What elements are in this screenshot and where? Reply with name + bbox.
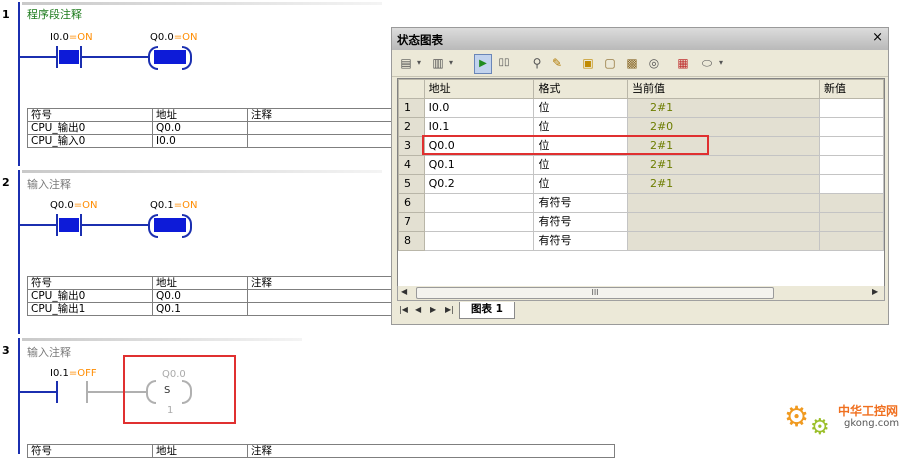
- network-2-wire-2: [82, 224, 148, 226]
- network-1-coil-q0-0[interactable]: [148, 46, 192, 70]
- comment-header: 注释: [247, 444, 615, 458]
- network-1-contact-i0-0[interactable]: [56, 46, 82, 68]
- network-2-number: 2: [2, 176, 10, 189]
- watermark-url: gkong.com: [844, 418, 900, 429]
- table-row[interactable]: 2 I0.1 位 2#0: [398, 117, 884, 137]
- symbol-header: 符号: [27, 276, 153, 290]
- chevron-down-icon[interactable]: ▾: [446, 54, 456, 72]
- read-forced-icon[interactable]: ◎: [646, 54, 662, 72]
- sheet-tabs: |◀ ◀ ▶ ▶| 图表 1: [397, 302, 883, 320]
- insert-row-icon[interactable]: ▤: [398, 54, 414, 72]
- network-3-number: 3: [2, 344, 10, 357]
- trend-chart-icon[interactable]: ▦: [674, 54, 692, 72]
- network-3-coil-count: 1: [167, 405, 174, 416]
- network-1-coil-label: Q0.0=ON: [150, 32, 198, 43]
- scroll-left-icon[interactable]: ◀: [401, 287, 407, 296]
- network-3-header-bar: [22, 338, 302, 341]
- network-3-coil-address: Q0.0: [162, 369, 186, 380]
- network-1-header-bar: [22, 2, 382, 5]
- table-row[interactable]: 6 有符号: [398, 193, 884, 213]
- network-1-wire: [20, 56, 56, 58]
- column-header-new-value[interactable]: 新值: [818, 79, 884, 99]
- table-row[interactable]: 1 I0.0 位 2#1: [398, 98, 884, 118]
- chart-status-icon[interactable]: ▶: [474, 54, 492, 74]
- tag-icon[interactable]: ⬭: [698, 54, 716, 72]
- symbol-header: 符号: [27, 444, 153, 458]
- column-header-format[interactable]: 格式: [533, 79, 628, 99]
- unforce-icon[interactable]: ▢: [602, 54, 618, 72]
- row-highlight-box: [422, 135, 709, 155]
- status-chart-titlebar[interactable]: 状态图表 ×: [392, 28, 888, 50]
- single-read-icon[interactable]: ▯▯: [495, 54, 513, 72]
- table-row[interactable]: 7 有符号: [398, 212, 884, 232]
- status-chart-grid: 地址 格式 当前值 新值 1 I0.0 位 2#1 2 I0.1 位 2#0 3: [397, 78, 885, 288]
- network-1-wire-2: [82, 56, 148, 58]
- scroll-right-icon[interactable]: ▶: [872, 287, 878, 296]
- previous-tab-icon[interactable]: ◀: [415, 305, 421, 314]
- network-2-wire: [20, 224, 56, 226]
- network-2-power-rail: [18, 170, 20, 334]
- status-chart-window: 状态图表 × ▤ ▾ ▥ ▾ ▶ ▯▯ ⚲ ✎ ▣ ▢ ▩ ◎ ▦ ⬭ ▾ 地址…: [391, 27, 889, 325]
- scrollbar-thumb[interactable]: III: [416, 287, 774, 299]
- network-2-title[interactable]: 输入注释: [27, 176, 71, 192]
- unforce-all-icon[interactable]: ▩: [624, 54, 640, 72]
- network-2-contact-label: Q0.0=ON: [50, 200, 98, 211]
- network-1-number: 1: [2, 8, 10, 21]
- symbol-header: 符号: [27, 108, 153, 122]
- force-icon[interactable]: ▣: [580, 54, 596, 72]
- network-3-title[interactable]: 输入注释: [27, 344, 71, 360]
- gear-icon-small: ⚙: [810, 415, 830, 440]
- network-1-power-rail: [18, 2, 20, 166]
- network-3-wire: [20, 391, 56, 393]
- first-tab-icon[interactable]: |◀: [399, 305, 408, 314]
- watermark-name: 中华工控网: [838, 404, 899, 418]
- glasses-icon[interactable]: ⚲: [528, 54, 546, 72]
- network-3-power-rail: [18, 338, 20, 454]
- status-chart-toolbar: ▤ ▾ ▥ ▾ ▶ ▯▯ ⚲ ✎ ▣ ▢ ▩ ◎ ▦ ⬭ ▾: [392, 50, 888, 77]
- column-header-current-value[interactable]: 当前值: [626, 79, 820, 99]
- next-tab-icon[interactable]: ▶: [430, 305, 436, 314]
- network-3-contact-left[interactable]: [56, 381, 58, 403]
- close-icon[interactable]: ×: [872, 30, 883, 45]
- chevron-down-icon[interactable]: ▾: [716, 54, 726, 72]
- network-3-contact-label: I0.1=OFF: [50, 368, 97, 379]
- network-2-contact-q0-0[interactable]: [56, 214, 82, 236]
- tab-chart-1[interactable]: 图表 1: [459, 302, 515, 319]
- status-chart-header-row: 地址 格式 当前值 新值: [398, 79, 884, 99]
- network-3-set-coil[interactable]: S: [146, 380, 192, 404]
- table-row[interactable]: 5 Q0.2 位 2#1: [398, 174, 884, 194]
- address-header: 地址: [152, 444, 248, 458]
- delete-row-icon[interactable]: ▥: [430, 54, 446, 72]
- address-header: 地址: [152, 276, 248, 290]
- last-tab-icon[interactable]: ▶|: [445, 305, 454, 314]
- column-header-address[interactable]: 地址: [423, 79, 535, 99]
- network-2-header-bar: [22, 170, 382, 173]
- network-1-title[interactable]: 程序段注释: [27, 6, 82, 22]
- horizontal-scrollbar[interactable]: ◀ III ▶: [397, 286, 885, 301]
- table-row[interactable]: 4 Q0.1 位 2#1: [398, 155, 884, 175]
- address-header: 地址: [152, 108, 248, 122]
- network-1-contact-label: I0.0=ON: [50, 32, 93, 43]
- network-3-set-instr: S: [164, 385, 171, 396]
- network-3-symbol-table: 符号 地址 注释: [27, 444, 615, 458]
- network-2-coil-q0-1[interactable]: [148, 214, 192, 238]
- table-row[interactable]: 8 有符号: [398, 231, 884, 251]
- chevron-down-icon[interactable]: ▾: [414, 54, 424, 72]
- pencil-icon[interactable]: ✎: [548, 54, 566, 72]
- status-chart-title: 状态图表: [397, 33, 443, 47]
- network-2-coil-label: Q0.1=ON: [150, 200, 198, 211]
